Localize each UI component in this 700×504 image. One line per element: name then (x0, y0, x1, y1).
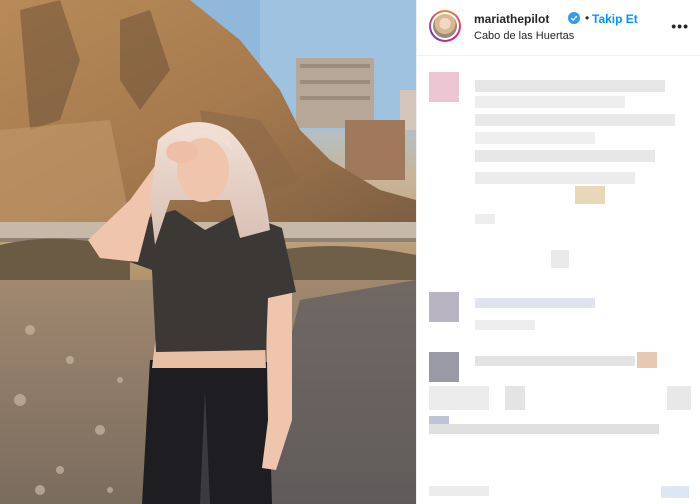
blurred-text-line (429, 486, 489, 496)
blurred-text-line (475, 356, 635, 366)
verified-badge-icon (568, 12, 580, 24)
blurred-avatar (429, 292, 459, 322)
blurred-emoji (637, 352, 657, 368)
avatar-image (433, 14, 457, 38)
more-options-icon[interactable]: ••• (671, 18, 689, 34)
photo-scene (0, 0, 416, 504)
location-link[interactable]: Cabo de las Huertas (474, 30, 574, 42)
blurred-text-line (429, 424, 659, 434)
blurred-text-line (505, 386, 525, 410)
blurred-text-line (475, 172, 635, 184)
blurred-text-line (475, 80, 665, 92)
blurred-text-line (475, 298, 595, 308)
post-side-panel: mariathepilot • Takip Et Cabo de las Hue… (416, 0, 700, 504)
blurred-text-line (475, 320, 535, 330)
blurred-button (661, 486, 689, 498)
follow-button[interactable]: Takip Et (592, 12, 638, 26)
blurred-avatar (429, 352, 459, 382)
blurred-emoji (575, 186, 605, 204)
post-header: mariathepilot • Takip Et Cabo de las Hue… (417, 0, 700, 56)
blurred-avatar (429, 72, 459, 102)
blurred-text-line (429, 386, 489, 410)
username-link[interactable]: mariathepilot (474, 12, 549, 26)
blurred-text-line (667, 386, 691, 410)
blurred-text-line (475, 96, 625, 108)
blurred-divider (551, 250, 569, 268)
separator-dot: • (585, 11, 590, 25)
post-photo[interactable] (0, 0, 416, 504)
blurred-text-line (475, 150, 655, 162)
blurred-text-line (475, 132, 595, 144)
avatar[interactable] (429, 10, 461, 42)
blurred-timestamp (475, 214, 495, 224)
blurred-text-line (475, 114, 675, 126)
